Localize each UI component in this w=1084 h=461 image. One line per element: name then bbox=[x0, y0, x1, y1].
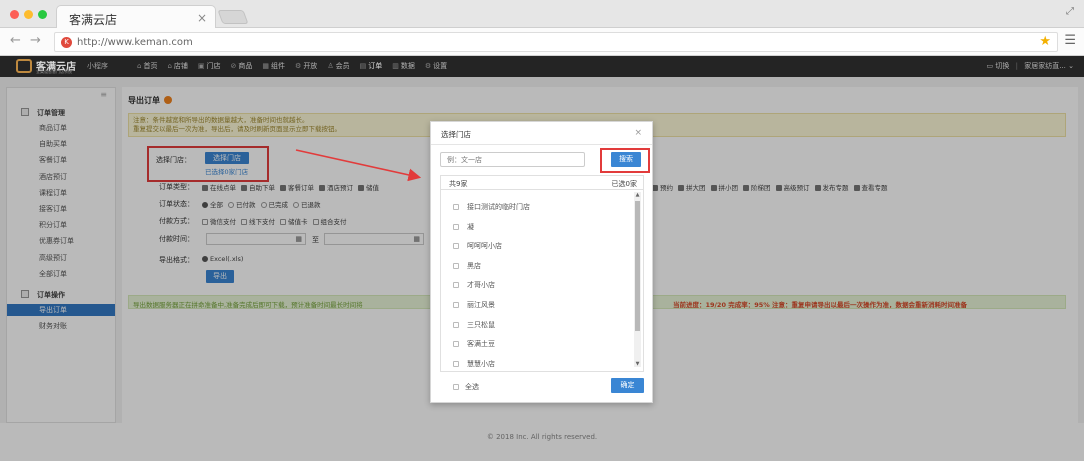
select-all-checkbox[interactable]: 全选 bbox=[453, 382, 479, 392]
scroll-up-icon[interactable]: ▲ bbox=[634, 192, 641, 198]
tab-close-icon[interactable]: × bbox=[197, 11, 207, 25]
checkbox[interactable] bbox=[453, 223, 459, 230]
store-list-item[interactable]: 接口测试的临时门店 bbox=[453, 202, 530, 212]
store-list-item[interactable]: 呵呵呵小店 bbox=[453, 241, 502, 251]
store-name: 黑店 bbox=[467, 261, 481, 270]
close-icon[interactable]: × bbox=[634, 128, 642, 138]
store-list-item[interactable]: 凝 bbox=[453, 222, 474, 232]
dialog-title: 选择门店 bbox=[441, 130, 471, 139]
checkbox[interactable] bbox=[453, 282, 459, 289]
scroll-down-icon[interactable]: ▼ bbox=[634, 361, 641, 367]
window-maximize-dot[interactable] bbox=[38, 10, 47, 19]
checkbox[interactable] bbox=[453, 204, 459, 210]
store-name: 三只松鼠 bbox=[467, 320, 495, 329]
store-list-item[interactable]: 客满土豆 bbox=[453, 339, 495, 349]
checkbox[interactable] bbox=[453, 341, 459, 348]
store-count-selected: 已选0家 bbox=[611, 180, 637, 188]
nav-backdrop bbox=[0, 56, 1084, 77]
forward-arrow-icon[interactable]: → bbox=[30, 33, 41, 48]
store-name: 慧慧小店 bbox=[467, 359, 495, 368]
store-list-item[interactable]: 三只松鼠 bbox=[453, 320, 495, 330]
tab-title: 客满云店 bbox=[69, 13, 118, 27]
checkbox[interactable] bbox=[453, 302, 459, 308]
confirm-button[interactable]: 确定 bbox=[611, 378, 644, 393]
store-name: 接口测试的临时门店 bbox=[467, 203, 530, 211]
browser-menu-icon[interactable]: ☰ bbox=[1064, 33, 1076, 48]
checkbox[interactable] bbox=[453, 321, 459, 328]
store-name: 客满土豆 bbox=[467, 340, 495, 349]
back-arrow-icon[interactable]: ← bbox=[10, 33, 21, 48]
site-favicon-icon: K bbox=[61, 37, 72, 48]
window-close-dot[interactable] bbox=[10, 10, 19, 19]
store-name: 丽江风景 bbox=[467, 301, 495, 309]
scroll-thumb[interactable] bbox=[635, 201, 640, 331]
checkbox[interactable] bbox=[453, 360, 459, 367]
store-list-item[interactable]: 才哥小店 bbox=[453, 280, 495, 290]
store-search-input[interactable] bbox=[440, 152, 585, 167]
url-field[interactable]: K http://www.keman.com ★ bbox=[54, 32, 1058, 52]
store-name: 才哥小店 bbox=[467, 281, 495, 290]
bookmark-star-icon[interactable]: ★ bbox=[1039, 34, 1051, 49]
store-list-header: 共9家 已选0家 bbox=[440, 175, 644, 189]
url-text: http://www.keman.com bbox=[77, 37, 193, 48]
expand-icon[interactable]: ⤢ bbox=[1066, 6, 1074, 17]
window-minimize-dot[interactable] bbox=[24, 10, 33, 19]
store-name: 呵呵呵小店 bbox=[467, 242, 502, 251]
divider bbox=[431, 144, 652, 145]
store-name: 凝 bbox=[467, 222, 474, 231]
select-store-dialog: 选择门店 × 搜索 共9家 已选0家 ▲ ▼ 接口测试的临时门店凝呵呵呵小店黑店… bbox=[430, 121, 653, 403]
checkbox[interactable] bbox=[453, 262, 459, 269]
search-button[interactable]: 搜索 bbox=[611, 152, 641, 167]
browser-tab-bar: 客满云店 × ⤢ bbox=[0, 0, 1084, 29]
store-list: ▲ ▼ 接口测试的临时门店凝呵呵呵小店黑店才哥小店丽江风景三只松鼠客满土豆慧慧小… bbox=[440, 189, 644, 372]
store-list-item[interactable]: 黑店 bbox=[453, 261, 481, 271]
store-list-item[interactable]: 慧慧小店 bbox=[453, 359, 495, 369]
scrollbar[interactable]: ▲ ▼ bbox=[634, 192, 641, 367]
browser-tab[interactable]: 客满云店 × bbox=[56, 5, 216, 29]
browser-address-bar: ← → K http://www.keman.com ★ ☰ bbox=[0, 28, 1084, 56]
store-list-item[interactable]: 丽江风景 bbox=[453, 300, 495, 310]
checkbox[interactable] bbox=[453, 243, 459, 250]
store-count-total: 共9家 bbox=[449, 180, 468, 188]
checkbox[interactable] bbox=[453, 384, 459, 390]
new-tab-button[interactable] bbox=[217, 10, 249, 24]
